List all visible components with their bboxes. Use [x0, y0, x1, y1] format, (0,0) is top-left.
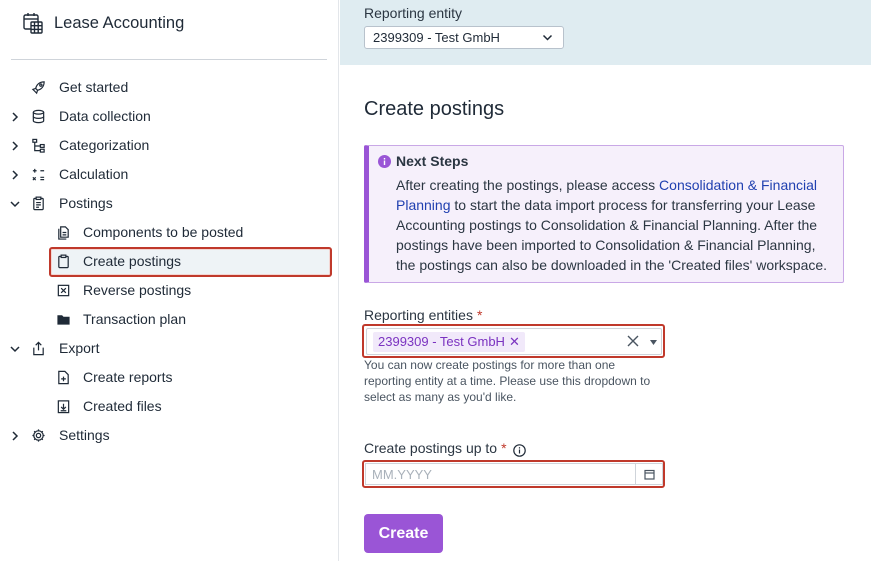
date-placeholder: MM.YYYY [372, 467, 432, 482]
info-icon [378, 155, 391, 168]
chevron-down-icon [542, 34, 553, 41]
sidebar-item-calculation[interactable]: Calculation [0, 160, 339, 189]
x-box-icon [57, 284, 70, 297]
info-icon[interactable] [513, 444, 526, 457]
field-label-text: Create postings up to [364, 440, 498, 456]
file-add-icon [58, 370, 69, 385]
sidebar: Lease Accounting Get started Data collec… [0, 0, 339, 561]
reporting-entity-value: 2399309 - Test GmbH [373, 30, 500, 45]
dropdown-caret-icon[interactable] [650, 340, 657, 345]
chevron-right-icon [12, 431, 19, 441]
sidebar-item-label: Get started [59, 79, 129, 95]
calendar-grid-icon [23, 13, 43, 34]
sidebar-item-get-started[interactable]: Get started [0, 73, 339, 102]
app-title: Lease Accounting [54, 13, 185, 32]
sidebar-item-label: Settings [59, 427, 110, 443]
calendar-icon [644, 469, 655, 480]
chevron-right-icon [12, 141, 19, 151]
sidebar-item-label: Transaction plan [83, 311, 186, 327]
sidebar-divider [11, 59, 327, 60]
field-label-text: Reporting entities [364, 307, 473, 323]
sidebar-item-export[interactable]: Export [0, 334, 339, 363]
app-header[interactable]: Lease Accounting [22, 10, 184, 36]
sidebar-item-created-files[interactable]: Created files [0, 392, 339, 421]
sidebar-item-data-collection[interactable]: Data collection [0, 102, 339, 131]
folder-icon [57, 315, 70, 325]
hierarchy-icon [32, 138, 45, 153]
reporting-entities-multiselect[interactable]: 2399309 - Test GmbH ✕ [366, 328, 662, 355]
chevron-down-icon [10, 346, 20, 353]
notice-text: After creating the postings, please acce… [396, 177, 660, 193]
postings-date-input[interactable]: MM.YYYY [365, 463, 663, 485]
notice-title: Next Steps [396, 153, 469, 169]
chip-label: 2399309 - Test GmbH [378, 334, 505, 349]
sidebar-nav: Get started Data collection Categorizati… [0, 73, 339, 450]
documents-icon [58, 226, 69, 240]
sidebar-item-label: Created files [83, 398, 162, 414]
chevron-right-icon [12, 112, 19, 122]
sidebar-item-label: Reverse postings [83, 282, 192, 298]
chip-remove-icon[interactable]: ✕ [509, 334, 520, 349]
entity-chip: 2399309 - Test GmbH ✕ [373, 332, 525, 352]
sidebar-item-settings[interactable]: Settings [0, 421, 339, 450]
sidebar-item-create-postings[interactable]: Create postings [0, 247, 339, 277]
rocket-icon [31, 81, 45, 95]
reporting-entity-label: Reporting entity [364, 5, 463, 21]
create-button[interactable]: Create [364, 514, 443, 553]
export-icon [33, 341, 44, 356]
reporting-entities-label: Reporting entities * [364, 307, 482, 323]
reporting-entity-select[interactable]: 2399309 - Test GmbH [364, 26, 564, 49]
notice-body: After creating the postings, please acce… [396, 175, 836, 275]
sidebar-item-components-to-be-posted[interactable]: Components to be posted [0, 218, 339, 247]
date-label: Create postings up to * [364, 440, 526, 457]
sidebar-item-categorization[interactable]: Categorization [0, 131, 339, 160]
required-marker: * [476, 307, 483, 323]
clipboard-icon [58, 254, 69, 269]
sidebar-item-reverse-postings[interactable]: Reverse postings [0, 276, 339, 305]
calculation-icon [32, 168, 45, 181]
sidebar-item-label: Components to be posted [83, 224, 244, 240]
chevron-down-icon [10, 201, 20, 208]
sidebar-item-label: Create postings [83, 253, 182, 269]
next-steps-notice: Next Steps After creating the postings, … [364, 145, 844, 283]
sidebar-item-label: Postings [59, 195, 113, 211]
sidebar-item-create-reports[interactable]: Create reports [0, 363, 339, 392]
file-download-icon [57, 400, 70, 414]
notice-text: to start the data import process for tra… [396, 197, 828, 273]
sidebar-item-label: Calculation [59, 166, 129, 182]
database-icon [32, 109, 45, 124]
page-title: Create postings [364, 98, 505, 120]
sidebar-item-transaction-plan[interactable]: Transaction plan [0, 305, 339, 334]
chevron-right-icon [12, 170, 19, 180]
sidebar-item-postings[interactable]: Postings [0, 189, 339, 218]
sidebar-item-label: Create reports [83, 369, 173, 385]
calendar-button[interactable] [635, 464, 662, 484]
entities-hint: You can now create postings for more tha… [364, 358, 651, 404]
sidebar-item-label: Data collection [59, 108, 151, 124]
clipboard-icon [33, 196, 44, 211]
required-marker: * [501, 440, 507, 456]
clear-icon[interactable] [627, 335, 639, 347]
sidebar-item-label: Export [59, 340, 100, 356]
gear-icon [32, 429, 45, 442]
sidebar-item-label: Categorization [59, 137, 150, 153]
